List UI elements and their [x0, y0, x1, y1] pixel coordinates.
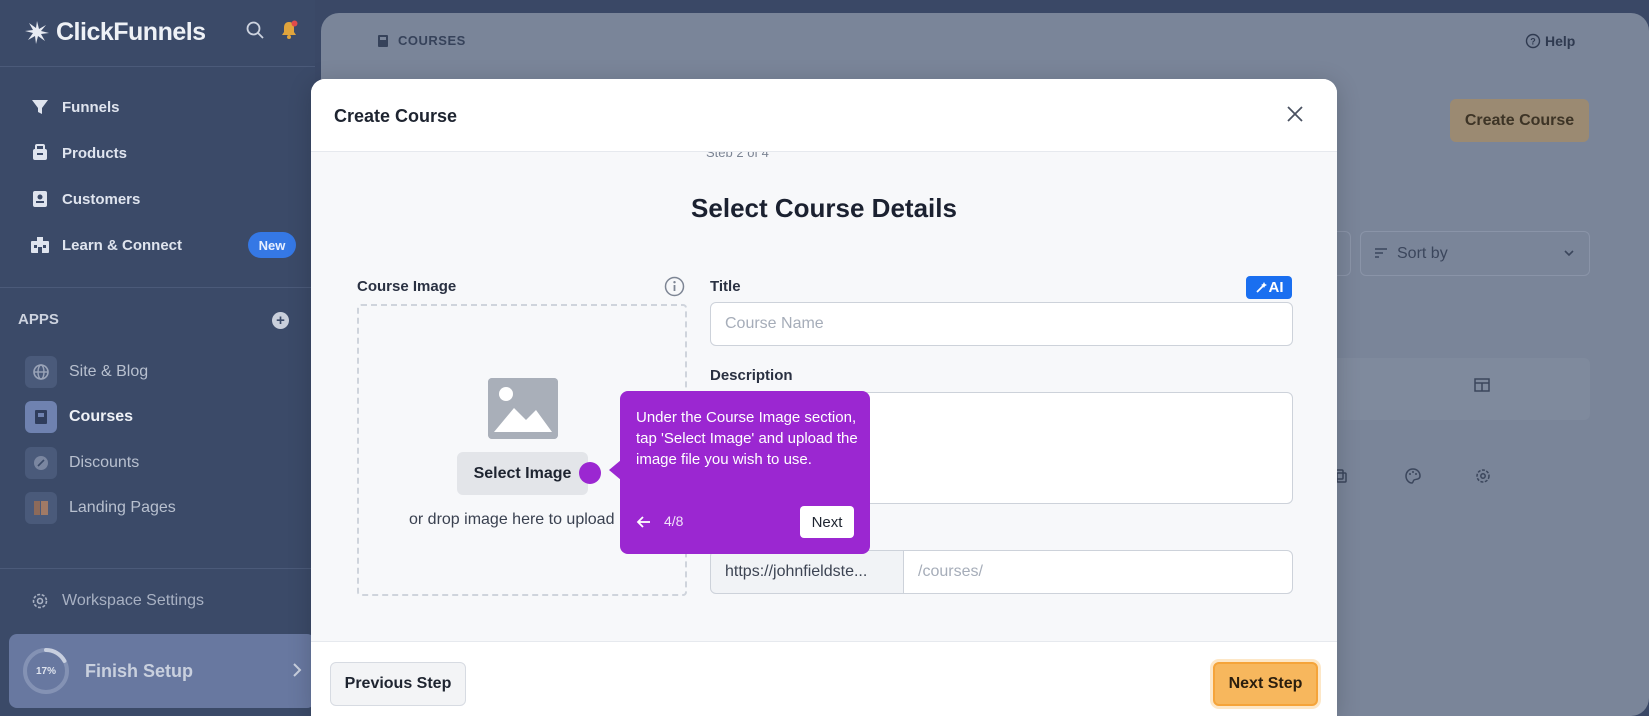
sidebar-divider — [0, 287, 315, 288]
course-title-input[interactable] — [710, 302, 1293, 346]
sidebar-item-courses[interactable]: Courses — [25, 401, 133, 433]
sidebar-item-customers[interactable]: Customers — [30, 189, 140, 209]
chevron-right-icon — [293, 663, 302, 677]
sidebar-item-learn-connect[interactable]: Learn & Connect — [30, 235, 182, 255]
apps-heading: APPS — [18, 311, 59, 328]
arrow-left-icon[interactable] — [636, 515, 652, 529]
sidebar-item-products[interactable]: Products — [30, 143, 127, 163]
description-label: Description — [710, 367, 793, 384]
sidebar-item-funnels[interactable]: Funnels — [30, 97, 120, 117]
sidebar-item-label: Site & Blog — [69, 363, 149, 380]
course-image-label: Course Image — [357, 278, 457, 295]
sidebar-item-discounts[interactable]: Discounts — [25, 447, 139, 479]
tooltip-arrow — [609, 460, 621, 480]
setup-progress-text: 17% — [35, 665, 56, 677]
landing-pages-icon — [25, 492, 57, 524]
finish-setup-card[interactable]: 17% Finish Setup — [9, 634, 315, 708]
title-label: Title — [710, 278, 741, 295]
gear-icon[interactable] — [1474, 467, 1492, 485]
courses-icon — [378, 34, 388, 47]
previous-step-button[interactable]: Previous Step — [330, 662, 466, 706]
search-icon[interactable] — [245, 20, 265, 40]
customers-icon — [33, 191, 47, 207]
help-link[interactable]: ? Help — [1525, 33, 1575, 49]
sidebar: ClickFunnels Funnels Products Customers … — [0, 0, 315, 716]
magic-wand-icon — [1255, 281, 1267, 293]
sidebar-item-label: Customers — [62, 190, 141, 208]
sort-by-select[interactable]: Sort by — [1360, 231, 1590, 276]
logo-text: ClickFunnels — [56, 17, 206, 46]
sidebar-item-label: Learn & Connect — [62, 236, 183, 254]
clickfunnels-logo-icon — [25, 21, 49, 44]
setup-progress-ring: 17% — [21, 646, 71, 696]
learn-connect-icon — [31, 237, 49, 253]
breadcrumb[interactable]: COURSES — [376, 33, 466, 48]
close-icon[interactable] — [1284, 103, 1306, 125]
help-label: Help — [1545, 33, 1576, 49]
products-icon — [33, 144, 47, 160]
svg-text:?: ? — [1530, 37, 1536, 47]
create-course-button[interactable]: Create Course — [1450, 99, 1589, 142]
breadcrumb-label: COURSES — [398, 33, 466, 48]
info-icon[interactable] — [664, 276, 685, 297]
modal-footer: Previous Step Next Step — [311, 641, 1337, 716]
sidebar-divider — [0, 568, 315, 569]
image-placeholder-icon — [488, 378, 558, 439]
sidebar-item-label: Discounts — [69, 454, 140, 471]
sidebar-item-label: Funnels — [62, 98, 120, 116]
palette-icon[interactable] — [1404, 467, 1422, 485]
url-prefix: https://johnfieldste... — [710, 550, 904, 594]
workspace-settings[interactable]: Workspace Settings — [30, 591, 204, 611]
ai-generate-button[interactable]: AI — [1246, 276, 1292, 299]
layout-icon[interactable] — [1473, 376, 1491, 394]
walkthrough-hotspot[interactable] — [579, 462, 601, 484]
tooltip-next-button[interactable]: Next — [800, 506, 854, 538]
walkthrough-tooltip: Under the Course Image section, tap 'Sel… — [609, 391, 870, 554]
workspace-settings-label: Workspace Settings — [62, 592, 204, 609]
sidebar-divider — [0, 66, 315, 67]
select-image-button[interactable]: Select Image — [457, 452, 588, 495]
site-blog-icon — [25, 356, 57, 388]
add-app-icon[interactable]: + — [272, 312, 289, 329]
tooltip-text: Under the Course Image section, tap 'Sel… — [636, 409, 858, 468]
modal-header: Create Course — [311, 79, 1337, 152]
sort-by-label: Sort by — [1397, 244, 1448, 262]
discounts-icon — [25, 447, 57, 479]
sidebar-item-label: Landing Pages — [69, 499, 176, 516]
courses-icon — [25, 401, 57, 433]
new-badge: New — [248, 232, 296, 258]
sidebar-item-label: Courses — [69, 408, 134, 425]
sidebar-item-landing-pages[interactable]: Landing Pages — [25, 492, 176, 524]
ai-badge-label: AI — [1268, 279, 1284, 296]
sort-icon — [1375, 247, 1387, 258]
finish-setup-label: Finish Setup — [85, 660, 193, 681]
logo[interactable]: ClickFunnels — [24, 14, 299, 50]
section-title: Select Course Details — [691, 193, 957, 223]
next-step-button[interactable]: Next Step — [1213, 662, 1318, 706]
course-path-input[interactable] — [903, 550, 1293, 594]
gear-icon — [32, 593, 48, 609]
modal-title: Create Course — [334, 106, 458, 126]
sidebar-item-label: Products — [62, 144, 128, 162]
chevron-down-icon — [1564, 250, 1574, 257]
sidebar-item-site-blog[interactable]: Site & Blog — [25, 356, 148, 388]
tooltip-progress: 4/8 — [664, 513, 684, 529]
bell-icon[interactable] — [279, 20, 299, 40]
funnel-icon — [32, 100, 48, 114]
help-icon: ? — [1525, 33, 1541, 49]
